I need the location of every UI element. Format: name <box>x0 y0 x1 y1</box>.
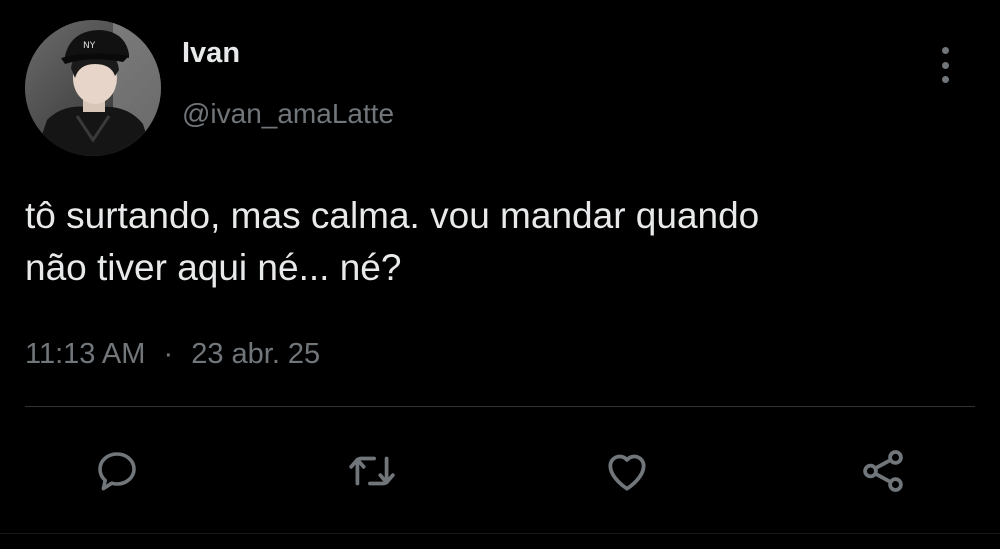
avatar-image: NY <box>25 20 161 156</box>
action-bar <box>0 440 1000 500</box>
like-button[interactable] <box>600 444 654 498</box>
tweet-text: tô surtando, mas calma. vou mandar quand… <box>25 190 965 294</box>
more-vertical-icon-dot <box>941 61 949 69</box>
tweet-timestamp[interactable]: 11:13 AM · 23 abr. 25 <box>25 337 320 371</box>
tweet-time: 11:13 AM <box>25 338 146 370</box>
reply-button[interactable] <box>90 444 144 498</box>
more-options-button[interactable] <box>930 45 960 85</box>
tweet-text-line: tô surtando, mas calma. vou mandar quand… <box>25 195 760 236</box>
retweet-icon <box>349 456 395 486</box>
divider <box>25 406 975 407</box>
author-handle[interactable]: @ivan_amaLatte <box>182 98 394 130</box>
share-button[interactable] <box>856 444 910 498</box>
author-display-name[interactable]: Ivan <box>182 36 240 70</box>
retweet-button[interactable] <box>345 444 399 498</box>
tweet-date: 23 abr. 25 <box>191 338 321 370</box>
bottom-divider <box>0 533 1000 534</box>
share-icon <box>863 450 903 492</box>
reply-icon <box>98 452 136 491</box>
svg-text:NY: NY <box>83 41 96 51</box>
tweet-text-line: não tiver aqui né... né? <box>25 247 402 288</box>
more-vertical-icon-dot <box>941 76 949 83</box>
heart-icon <box>608 454 646 491</box>
meta-separator: · <box>163 338 174 370</box>
more-vertical-icon <box>941 47 949 54</box>
avatar[interactable]: NY <box>25 20 161 156</box>
